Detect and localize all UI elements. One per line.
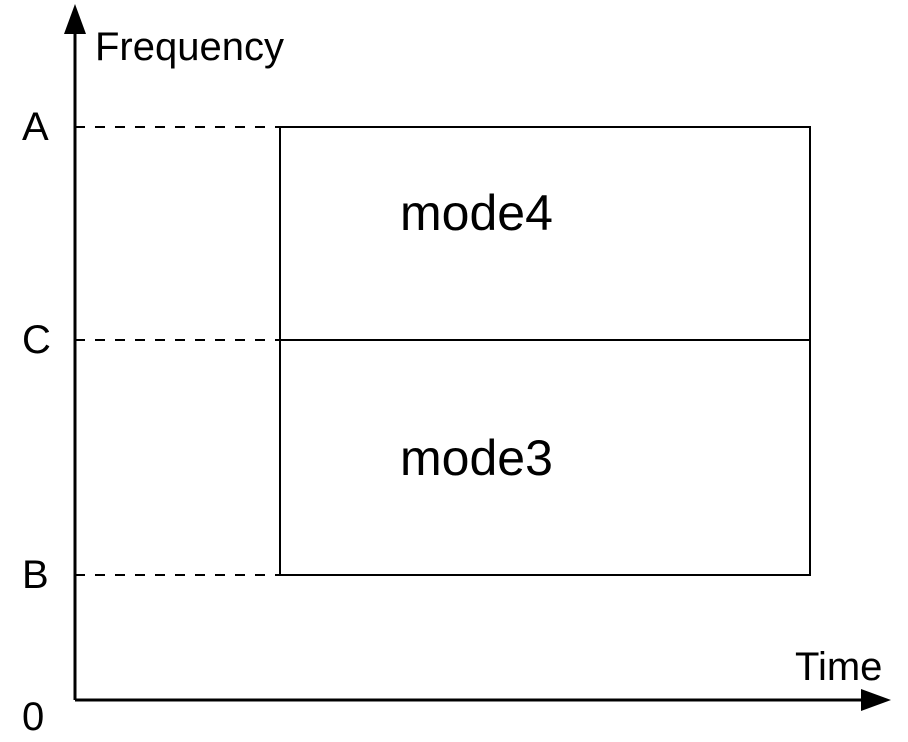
origin-label: 0 — [22, 695, 44, 739]
x-axis-arrow — [861, 689, 891, 711]
y-axis-arrow — [64, 4, 86, 34]
mode3-label: mode3 — [400, 430, 553, 486]
ytick-b: B — [22, 553, 49, 597]
x-axis-label: Time — [795, 645, 882, 689]
y-axis-label: Frequency — [95, 25, 284, 69]
mode4-label: mode4 — [400, 185, 553, 241]
frequency-time-diagram: Frequency Time 0 A C B mode4 mode3 — [0, 0, 908, 742]
ytick-c: C — [22, 318, 51, 362]
ytick-a: A — [22, 105, 49, 149]
